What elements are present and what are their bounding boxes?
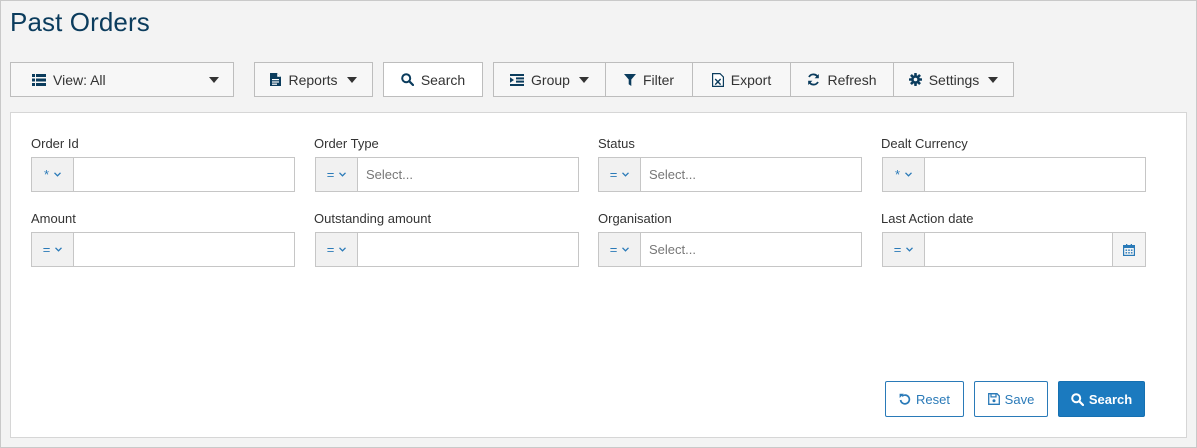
operator-select[interactable]: = (316, 158, 358, 191)
search-icon (1071, 392, 1084, 406)
operator-select[interactable]: = (316, 233, 358, 266)
operator-select[interactable]: = (883, 233, 925, 266)
caret-down-icon (346, 76, 357, 83)
list-icon (32, 73, 46, 86)
calendar-button[interactable] (1112, 233, 1145, 266)
order-id-field: * (31, 157, 295, 192)
field-label-dealt-currency: Dealt Currency (881, 136, 968, 151)
field-label-organisation: Organisation (598, 211, 672, 226)
chevron-down-icon (339, 247, 347, 252)
export-label: Export (730, 71, 772, 88)
toolbar-search-label: Search (420, 71, 466, 88)
chevron-down-icon (622, 172, 630, 177)
search-label: Search (1088, 391, 1133, 407)
field-label-order-id: Order Id (31, 136, 79, 151)
field-label-outstanding-amount: Outstanding amount (314, 211, 432, 226)
outstanding-amount-field: = (315, 232, 579, 267)
field-label-status: Status (598, 136, 635, 151)
field-label-amount: Amount (31, 211, 76, 226)
outstanding-amount-input[interactable] (358, 233, 578, 266)
view-dropdown[interactable]: View: All (10, 62, 234, 97)
chevron-down-icon (622, 247, 630, 252)
settings-label: Settings (928, 71, 980, 88)
filter-button[interactable]: Filter (606, 63, 693, 96)
reset-button[interactable]: Reset (885, 381, 964, 417)
view-label: View: All (53, 71, 106, 88)
group-label: Group (531, 71, 570, 88)
field-label-last-action-date: Last Action date (881, 211, 974, 226)
search-button[interactable]: Search (1058, 381, 1145, 417)
chevron-down-icon (905, 172, 912, 177)
operator-value: = (326, 242, 335, 257)
order-type-field: = (315, 157, 579, 192)
search-icon (401, 73, 414, 86)
operator-value: * (894, 167, 901, 182)
chevron-down-icon (906, 247, 914, 252)
chevron-down-icon (339, 172, 347, 177)
reports-button[interactable]: Reports (254, 62, 373, 97)
toolbar-search-button[interactable]: Search (383, 62, 483, 97)
operator-value: = (42, 242, 51, 257)
last-action-date-input[interactable] (925, 233, 1112, 266)
chevron-down-icon (55, 247, 63, 252)
operator-value: * (43, 167, 50, 182)
undo-icon (899, 393, 911, 405)
operator-select[interactable]: = (599, 233, 641, 266)
caret-down-icon (988, 76, 999, 83)
organisation-field: = (598, 232, 862, 267)
toolbar-button-group: Group Filter Export Refresh Settings (493, 62, 1014, 97)
save-icon (987, 393, 1000, 405)
last-action-date-field: = (882, 232, 1146, 267)
status-select[interactable] (641, 158, 861, 191)
operator-select[interactable]: * (883, 158, 925, 191)
excel-file-icon (711, 72, 724, 87)
chevron-down-icon (54, 172, 61, 177)
order-type-select[interactable] (358, 158, 578, 191)
settings-button[interactable]: Settings (894, 63, 1013, 96)
page-title: Past Orders (10, 7, 150, 37)
operator-value: = (326, 167, 335, 182)
organisation-select[interactable] (641, 233, 861, 266)
refresh-icon (807, 73, 820, 86)
operator-select[interactable]: = (32, 233, 74, 266)
operator-value: = (609, 242, 618, 257)
dealt-currency-field: * (882, 157, 1146, 192)
refresh-label: Refresh (827, 71, 877, 88)
group-button[interactable]: Group (494, 63, 606, 96)
operator-select[interactable]: * (32, 158, 74, 191)
save-label: Save (1004, 391, 1035, 407)
operator-value: = (893, 242, 902, 257)
dealt-currency-input[interactable] (925, 158, 1145, 191)
document-icon (270, 73, 282, 86)
app-frame: Past Orders View: All Reports Search Gro… (0, 0, 1197, 448)
status-field: = (598, 157, 862, 192)
calendar-icon (1123, 243, 1135, 256)
operator-value: = (609, 167, 618, 182)
amount-input[interactable] (74, 233, 294, 266)
indent-icon (510, 73, 525, 86)
caret-down-icon (209, 76, 219, 83)
field-label-order-type: Order Type (314, 136, 379, 151)
amount-field: = (31, 232, 295, 267)
gear-icon (908, 73, 922, 86)
refresh-button[interactable]: Refresh (791, 63, 894, 96)
caret-down-icon (578, 76, 589, 83)
reset-label: Reset (916, 391, 950, 407)
order-id-input[interactable] (74, 158, 294, 191)
filter-icon (623, 73, 636, 86)
reports-label: Reports (288, 71, 338, 88)
export-button[interactable]: Export (693, 63, 791, 96)
save-button[interactable]: Save (974, 381, 1048, 417)
operator-select[interactable]: = (599, 158, 641, 191)
filter-label: Filter (642, 71, 675, 88)
